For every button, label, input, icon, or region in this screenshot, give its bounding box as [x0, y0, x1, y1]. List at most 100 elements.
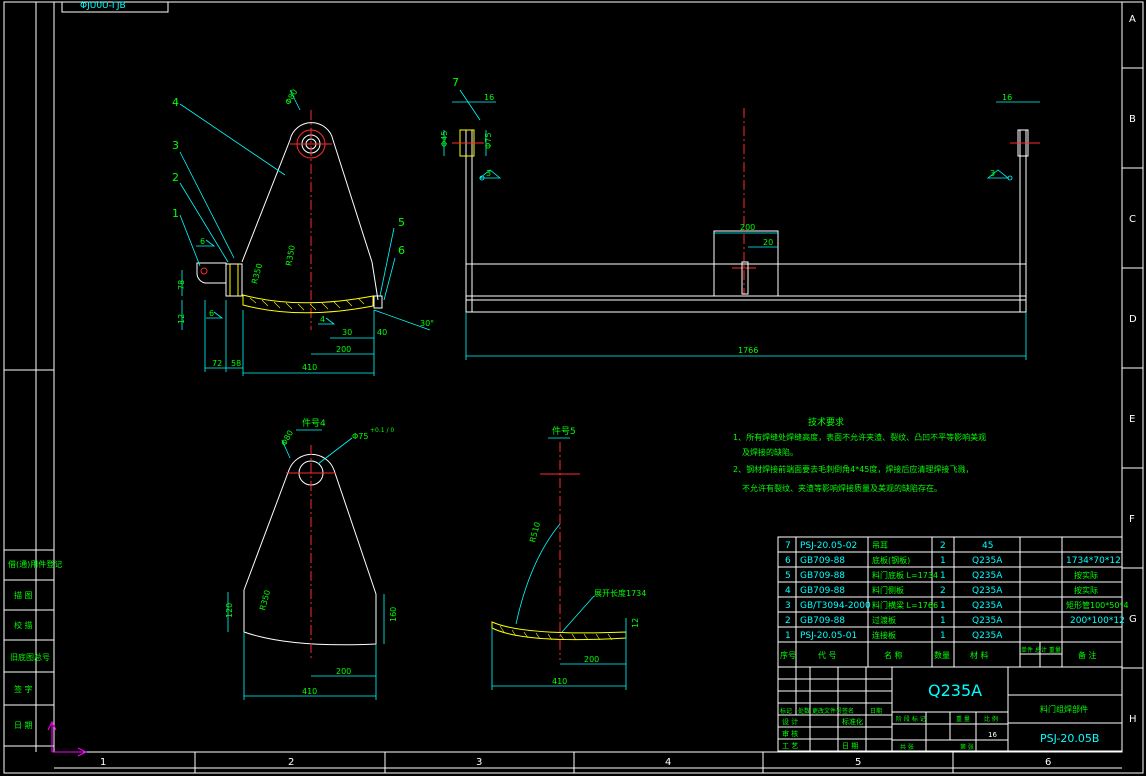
dim-r510: R510 — [528, 521, 542, 543]
bom-row: 4 GB709-88 料门侧板 2 Q235A 按实际 — [785, 585, 1098, 596]
tech-title: 技术要求 — [808, 416, 844, 428]
dim-410: 410 — [302, 363, 317, 372]
frame-cut-text: ΦJU0U-ΓJB — [80, 1, 126, 11]
dim-78: 78 — [177, 280, 186, 290]
dim-phi75: Φ75 — [484, 133, 493, 149]
tech-line: 1、所有焊缝处焊缝高度，表面不允许夹渣、裂纹、凸凹不平等影响美观 — [733, 432, 986, 442]
dim-1766: 1766 — [738, 346, 758, 355]
title-block: 标记 处数 更改文件号 签名 日期 设 计 标准化 审 核 工 艺 日 期 Q2… — [777, 666, 1123, 752]
dim-16-left: 16 — [484, 93, 494, 102]
dim-12: 12 — [177, 314, 186, 324]
row-letter: F — [1129, 514, 1135, 525]
row-letter: D — [1129, 314, 1137, 325]
weld-mark: 4 — [320, 315, 325, 324]
bom-material: 45 — [982, 541, 993, 551]
tb-label: 工 艺 — [782, 742, 798, 750]
bom-header-cell: 单件 总计 重量 — [1021, 646, 1061, 654]
side-record-table: 借(通)用件登记 描 图 校 描 旧底图总号 签 字 日 期 — [3, 549, 62, 747]
bom-qty: 1 — [940, 631, 946, 641]
bom-header-cell: 代 号 — [818, 650, 837, 660]
bom-no: 5 — [785, 571, 791, 581]
bom-code: GB709-88 — [800, 616, 845, 626]
dim-phi75-v3: Φ75 — [352, 432, 368, 441]
callout-6: 6 — [398, 244, 405, 257]
tb-label: 签名 — [842, 707, 854, 715]
bom-name: 连接板 — [872, 630, 896, 640]
row-letter: E — [1129, 414, 1135, 425]
tb-label: 标记 — [780, 707, 792, 715]
dim-r350: R350 — [250, 262, 264, 284]
dim-r350-b: R350 — [284, 245, 296, 267]
bom-row: 3 GB/T3094-2000 料门横梁 L=1766 1 Q235A 矩形管1… — [785, 600, 1129, 611]
weld-mark-3-right: 3 — [990, 169, 995, 178]
bom-no: 7 — [785, 541, 791, 551]
bom-material: Q235A — [972, 616, 1003, 626]
tb-label: 阶 段 标 记 — [896, 715, 926, 723]
bom-material: Q235A — [972, 631, 1003, 641]
bom-name: 料门侧板 — [872, 585, 904, 595]
tb-label: 共 张 — [900, 743, 914, 751]
bom-note: 按实际 — [1074, 585, 1098, 595]
bom-material: Q235A — [972, 601, 1003, 611]
tb-drawing-no: PSJ-20.05B — [1040, 732, 1099, 745]
tb-label: 标准化 — [842, 717, 863, 726]
tech-line: 及焊接的缺陷。 — [742, 447, 798, 457]
bom-header-cell: 备 注 — [1078, 650, 1097, 660]
bom-qty: 1 — [940, 616, 946, 626]
tb-material: Q235A — [928, 681, 982, 700]
tb-label: 设 计 — [782, 717, 798, 726]
bom-qty: 2 — [940, 541, 946, 551]
bom-name: 底板(钢板) — [872, 555, 910, 565]
bom-name: 料门横梁 L=1766 — [872, 600, 938, 610]
row-letter: B — [1129, 114, 1136, 125]
row-letter: C — [1129, 214, 1136, 225]
dim-40: 40 — [377, 328, 387, 337]
side-label: 日 期 — [14, 721, 33, 730]
callout-2: 2 — [172, 171, 179, 184]
bom-no: 3 — [785, 601, 791, 611]
dim-200: 200 — [740, 223, 755, 232]
dim-200-v4: 200 — [584, 655, 599, 664]
dim-30: 30 — [342, 328, 352, 337]
dim-phi45: Φ45 — [440, 131, 449, 147]
dim-120: 120 — [225, 603, 234, 618]
bom-material: Q235A — [972, 586, 1003, 596]
column-numbers: 1 2 3 4 5 6 — [100, 757, 1051, 768]
tb-label: 审 核 — [782, 729, 798, 738]
bom-no: 2 — [785, 616, 791, 626]
bom-material: Q235A — [972, 556, 1003, 566]
dim-410-v4: 410 — [552, 677, 567, 686]
bom-note: 矩形管100*50*4 — [1066, 600, 1129, 610]
dim-phi80-v3: Φ80 — [279, 429, 295, 448]
bom-row: 5 GB709-88 料门底板 L=1734 1 Q235A 按实际 — [785, 570, 1098, 581]
tb-label: 日期 — [870, 707, 882, 715]
dim-r350-v3: R350 — [258, 589, 272, 611]
dim-410-v3: 410 — [302, 687, 317, 696]
bom-qty: 1 — [940, 556, 946, 566]
bom-header-cell: 数量 — [934, 650, 950, 660]
bom-code: PSJ-20.05-02 — [800, 541, 857, 551]
column-number: 5 — [855, 757, 861, 768]
view4-title: 件号5 — [552, 425, 576, 437]
bom-row: 1 PSJ-20.05-01 连接板 1 Q235A — [785, 630, 1003, 641]
tech-line: 2、钢材焊接前端面要去毛刺倒角4*45度，焊接后应清理焊接飞溅， — [733, 464, 973, 474]
bom-code: GB709-88 — [800, 586, 845, 596]
bom-row: 6 GB709-88 底板(钢板) 1 Q235A 1734*70*12 — [785, 555, 1121, 566]
row-letter: H — [1129, 714, 1137, 725]
side-label: 签 字 — [14, 684, 33, 694]
bom-qty: 1 — [940, 571, 946, 581]
dim-200-v3: 200 — [336, 667, 351, 676]
cad-drawing-canvas: ΦJU0U-ΓJB 1 2 3 4 5 6 A B C D E F G H 借(… — [3, 1, 1144, 774]
bom-row: 2 GB709-88 过渡板 1 Q235A 200*100*12 — [785, 615, 1125, 626]
row-letter: A — [1129, 14, 1136, 25]
bom-note: 1734*70*12 — [1066, 556, 1121, 566]
tb-scale-label: 比 例 — [984, 715, 998, 723]
side-label: 借(通)用件登记 — [8, 559, 62, 569]
bom-code: GB709-88 — [800, 556, 845, 566]
side-label: 旧底图总号 — [10, 652, 50, 662]
bom-code: GB/T3094-2000 — [800, 601, 871, 611]
side-label: 校 描 — [14, 620, 33, 630]
tb-label: 处数 — [798, 707, 810, 715]
column-number: 6 — [1045, 757, 1051, 768]
bom-name: 吊耳 — [872, 541, 888, 550]
